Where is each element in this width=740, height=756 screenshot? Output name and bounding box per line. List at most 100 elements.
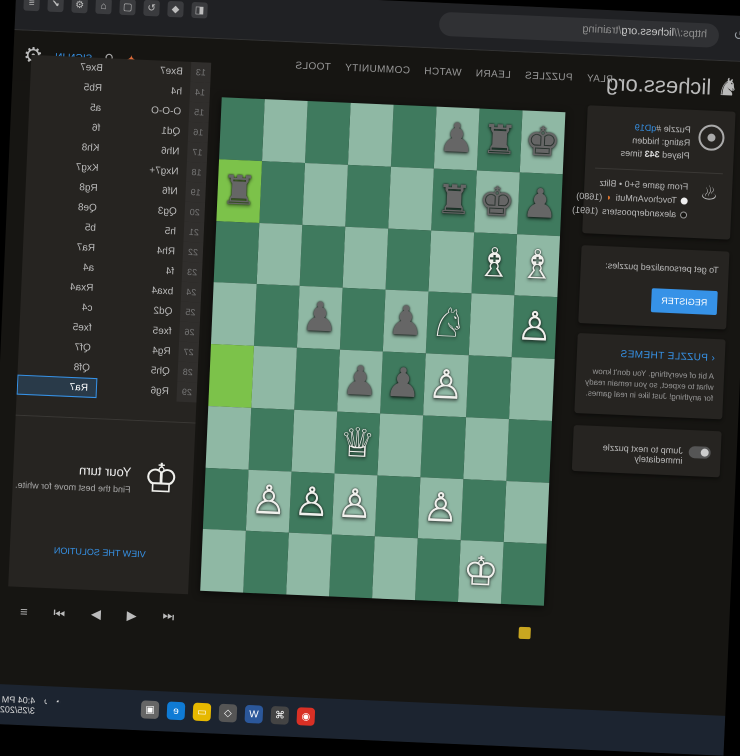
board-square[interactable] <box>208 344 254 408</box>
white-piece-icon[interactable]: ♔ <box>462 548 500 596</box>
board-square[interactable] <box>210 282 257 346</box>
black-piece-icon[interactable]: ♚ <box>524 118 562 166</box>
board-square[interactable]: ♗ <box>514 233 561 298</box>
black-piece-icon[interactable]: ♜ <box>435 176 473 224</box>
board-square[interactable] <box>329 534 375 599</box>
board-square[interactable] <box>463 416 510 481</box>
white-piece-icon[interactable]: ♕ <box>338 419 376 467</box>
board-square[interactable]: ♙ <box>423 353 469 417</box>
app-icon-2[interactable]: ⌘ <box>270 706 290 725</box>
board-square[interactable] <box>342 226 389 290</box>
black-player-name[interactable]: alexanderpoosters <box>602 204 677 221</box>
menu-item-community[interactable]: COMMUNITY <box>344 63 410 77</box>
app-icon-7[interactable]: ▣ <box>140 700 160 720</box>
chess-board[interactable]: ♚ ♜ ♟ ♟ ♚ ♜ ♜ ♗ ♗ ♙ ♘ ♟ ♟ ♙ ♟ ♟ ♕ ♙ ♙ ♙ ♙ ♔ <box>200 97 566 606</box>
board-square[interactable] <box>500 542 547 606</box>
board-square[interactable]: ♘ <box>425 291 472 356</box>
menu-item-play[interactable]: PLAY <box>586 73 613 85</box>
board-square[interactable] <box>460 478 507 543</box>
white-piece-icon[interactable]: ♗ <box>518 242 556 290</box>
board-square[interactable] <box>259 160 305 225</box>
app-icon-4[interactable]: ◇ <box>218 703 238 723</box>
board-square[interactable] <box>503 480 550 545</box>
board-square[interactable]: ♚ <box>474 170 520 234</box>
board-square[interactable] <box>248 407 295 472</box>
board-square[interactable] <box>347 102 394 167</box>
black-piece-icon[interactable]: ♟ <box>384 360 422 408</box>
board-square[interactable] <box>291 409 338 474</box>
extension-icon-6[interactable]: ⚙ <box>71 0 88 14</box>
black-piece-icon[interactable]: ♟ <box>387 298 425 346</box>
black-piece-icon[interactable]: ♟ <box>438 115 476 163</box>
site-logo[interactable]: ♞ lichess.org <box>605 68 740 103</box>
move-black[interactable]: Ra7 <box>16 374 98 399</box>
menu-item-tools[interactable]: TOOLS <box>295 60 331 73</box>
board-square[interactable] <box>345 164 391 229</box>
board-square[interactable] <box>251 345 297 410</box>
white-piece-icon[interactable]: ♙ <box>336 481 374 529</box>
board-square[interactable] <box>390 104 437 169</box>
address-bar[interactable]: https://lichess.org/training <box>438 11 720 48</box>
move-white[interactable]: Rg6 <box>97 378 178 401</box>
clock[interactable]: 4:04 PM 3/25/2024 <box>0 694 36 715</box>
last-move-icon[interactable]: ⏭ <box>53 604 65 620</box>
board-square[interactable]: ♟ <box>382 289 429 354</box>
black-piece-icon[interactable]: ♟ <box>341 358 379 406</box>
board-square[interactable] <box>385 228 432 292</box>
extension-icon-7[interactable]: ✔ <box>47 0 65 13</box>
board-square[interactable] <box>243 530 289 595</box>
board-square[interactable] <box>339 287 386 352</box>
jump-toggle[interactable] <box>688 445 711 459</box>
extension-icon-8[interactable]: ≡ <box>23 0 41 12</box>
black-piece-icon[interactable]: ♜ <box>481 117 519 165</box>
board-square[interactable]: ♟ <box>517 172 563 236</box>
chrome-icon[interactable]: ◉ <box>296 707 316 726</box>
board-square[interactable]: ♟ <box>296 286 343 350</box>
board-square[interactable] <box>377 413 424 477</box>
board-square[interactable] <box>205 405 252 470</box>
black-piece-icon[interactable]: ♟ <box>521 180 559 228</box>
board-square[interactable] <box>213 220 260 285</box>
first-move-icon[interactable]: ⏮ <box>162 609 174 625</box>
board-square[interactable] <box>506 418 552 483</box>
white-piece-icon[interactable]: ♘ <box>430 300 468 348</box>
board-square[interactable] <box>256 222 303 287</box>
board-square[interactable] <box>468 293 515 358</box>
board-square[interactable] <box>202 467 249 531</box>
menu-item-learn[interactable]: LEARN <box>475 68 511 81</box>
extension-icon-5[interactable]: ⌂ <box>95 0 112 15</box>
board-square[interactable]: ♚ <box>519 110 566 174</box>
board-square[interactable]: ♜ <box>216 158 263 223</box>
menu-item-watch[interactable]: WATCH <box>424 66 462 79</box>
board-square[interactable]: ♜ <box>431 168 477 232</box>
extension-icon-4[interactable]: ▢ <box>119 0 136 16</box>
board-square[interactable]: ♙ <box>331 473 378 537</box>
volume-icon[interactable]: ♪ <box>43 696 48 716</box>
board-square[interactable]: ♙ <box>511 295 558 360</box>
previous-move-icon[interactable]: ◀ <box>126 608 137 624</box>
white-piece-icon[interactable]: ♗ <box>475 240 513 288</box>
board-square[interactable] <box>294 347 340 412</box>
board-square[interactable]: ♗ <box>471 231 518 296</box>
menu-icon[interactable]: ≡ <box>20 603 28 618</box>
board-square[interactable] <box>304 101 351 165</box>
white-piece-icon[interactable]: ♙ <box>293 479 331 527</box>
black-piece-icon[interactable]: ♚ <box>478 178 516 226</box>
board-square[interactable]: ♟ <box>433 106 480 171</box>
board-theme-icon[interactable] <box>518 626 531 640</box>
board-square[interactable] <box>299 224 346 288</box>
board-square[interactable]: ♟ <box>380 351 426 416</box>
next-move-icon[interactable]: ▶ <box>91 606 102 622</box>
puzzle-id-link[interactable]: qD19 <box>635 122 657 133</box>
board-square[interactable]: ♔ <box>457 540 504 604</box>
folder-icon[interactable]: ▭ <box>192 702 212 722</box>
board-square[interactable] <box>253 284 300 348</box>
white-piece-icon[interactable]: ♙ <box>427 361 465 409</box>
extension-icon-3[interactable]: ↻ <box>143 0 160 17</box>
white-piece-icon[interactable]: ♙ <box>422 485 460 533</box>
word-icon[interactable]: W <box>244 704 264 724</box>
white-piece-icon[interactable]: ♙ <box>516 304 554 352</box>
extension-icon-1[interactable]: ◧ <box>191 1 208 19</box>
board-square[interactable] <box>420 415 467 479</box>
board-square[interactable] <box>200 529 246 593</box>
